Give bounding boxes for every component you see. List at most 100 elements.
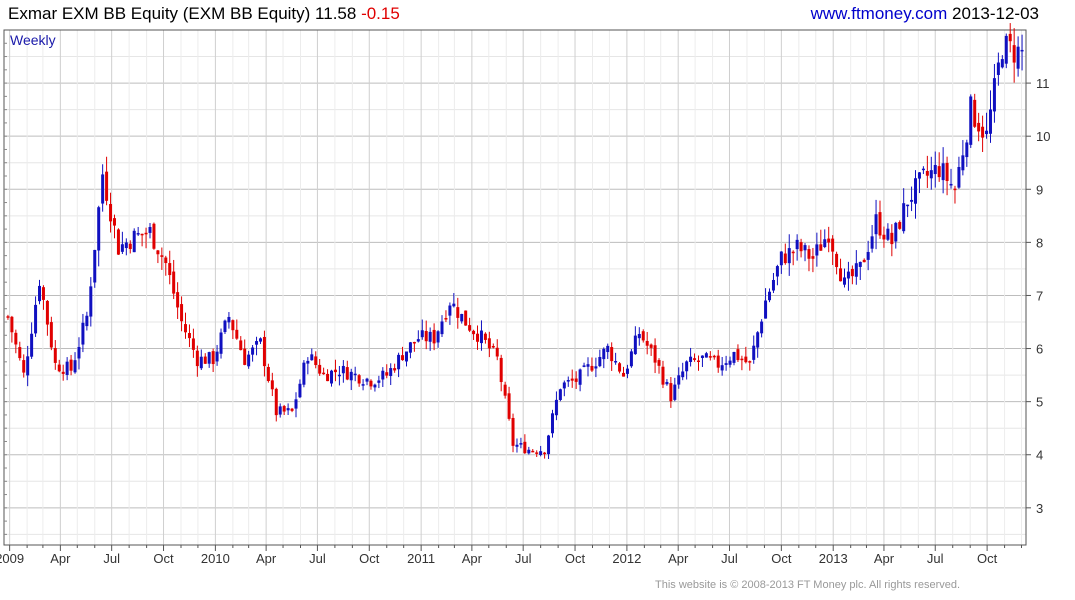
candle-body xyxy=(866,251,870,260)
candle-body xyxy=(594,366,598,369)
candle-body xyxy=(337,374,341,377)
candle-body xyxy=(925,170,929,176)
candle-body xyxy=(223,320,227,333)
candle-body xyxy=(724,363,728,365)
candle-body xyxy=(744,356,748,363)
candle-body xyxy=(882,234,886,240)
candle-body xyxy=(172,271,176,294)
candle-body xyxy=(874,214,878,235)
candle-body xyxy=(760,321,764,334)
candle-body xyxy=(622,372,626,377)
candle-body xyxy=(262,336,266,367)
candle-body xyxy=(1020,49,1024,52)
candle-body xyxy=(618,363,622,372)
candle-body xyxy=(215,351,219,362)
candle-body xyxy=(625,368,629,374)
candle-body xyxy=(112,218,116,226)
candle-body xyxy=(369,380,373,387)
candle-body xyxy=(219,332,223,354)
candle-body xyxy=(235,329,239,339)
candle-body xyxy=(910,199,914,202)
candle-body xyxy=(464,310,468,326)
candle-body xyxy=(602,348,606,360)
candle-body xyxy=(566,380,570,382)
candle-body xyxy=(393,368,397,371)
x-tick-label: 2013 xyxy=(819,551,848,566)
candle-body xyxy=(349,371,353,381)
candle-body xyxy=(677,375,681,385)
candle-body xyxy=(231,320,235,331)
candle-body xyxy=(6,316,10,318)
candle-body xyxy=(345,367,349,380)
candle-body xyxy=(953,188,957,191)
candle-body xyxy=(641,331,645,341)
candle-body xyxy=(452,303,456,307)
y-tick-label: 11 xyxy=(1036,76,1050,91)
x-tick-label: Apr xyxy=(256,551,277,566)
candle-body xyxy=(712,355,716,358)
candle-body xyxy=(156,250,160,255)
candle-body xyxy=(401,355,405,361)
candle-body xyxy=(49,322,53,348)
x-tick-label: Apr xyxy=(462,551,483,566)
candle-body xyxy=(941,163,945,181)
candle-body xyxy=(633,335,637,355)
candle-body xyxy=(649,344,653,348)
candle-body xyxy=(732,351,736,363)
x-tick-label: Oct xyxy=(565,551,586,566)
candle-body xyxy=(906,204,910,207)
candle-body xyxy=(491,346,495,348)
candle-body xyxy=(961,155,965,171)
candle-body xyxy=(148,227,152,233)
candle-body xyxy=(187,333,191,339)
candle-body xyxy=(424,331,428,342)
candle-body xyxy=(290,408,294,411)
candle-body xyxy=(243,348,247,365)
candle-body xyxy=(456,307,460,318)
candle-body xyxy=(428,331,432,342)
candle-body xyxy=(543,452,547,455)
candle-body xyxy=(65,361,69,375)
candle-body xyxy=(294,399,298,409)
candle-body xyxy=(1016,46,1020,69)
y-tick-label: 6 xyxy=(1036,342,1043,357)
candle-body xyxy=(515,444,519,447)
candle-body xyxy=(416,339,420,342)
candle-body xyxy=(18,347,22,359)
candle-body xyxy=(590,365,594,371)
candle-body xyxy=(894,222,898,242)
candle-body xyxy=(902,203,906,232)
candle-body xyxy=(255,341,259,345)
x-axis: 2009 Apr Jul Oct 2010 Apr Jul Oct 2011 Apr Jul Oct 2… xyxy=(0,545,1022,566)
candle-body xyxy=(93,249,97,283)
candle-body xyxy=(385,372,389,376)
candle-body xyxy=(468,325,472,331)
candle-body xyxy=(124,242,128,249)
candle-body xyxy=(531,450,535,453)
candle-body xyxy=(637,333,641,339)
candle-body xyxy=(302,362,306,385)
candle-body xyxy=(487,338,491,349)
candle-body xyxy=(460,313,464,322)
candle-body xyxy=(511,417,515,446)
candle-body xyxy=(685,361,689,372)
candle-body xyxy=(854,263,858,277)
copyright-footer: This website is © 2008-2013 FT Money plc… xyxy=(655,579,961,591)
candle-body xyxy=(629,351,633,367)
candle-body xyxy=(251,347,255,355)
candles xyxy=(6,23,1024,459)
x-tick-label: 2011 xyxy=(407,551,435,566)
candle-body xyxy=(898,222,902,229)
candle-body xyxy=(440,321,444,335)
candle-body xyxy=(945,162,949,182)
candle-body xyxy=(768,291,772,301)
candle-body xyxy=(140,233,144,236)
candle-body xyxy=(957,166,961,188)
candle-body xyxy=(550,413,554,434)
candle-body xyxy=(436,331,440,343)
candle-body xyxy=(823,239,827,248)
candle-body xyxy=(783,253,787,264)
candle-body xyxy=(286,408,290,411)
candle-body xyxy=(53,348,57,363)
candle-body xyxy=(247,354,251,367)
